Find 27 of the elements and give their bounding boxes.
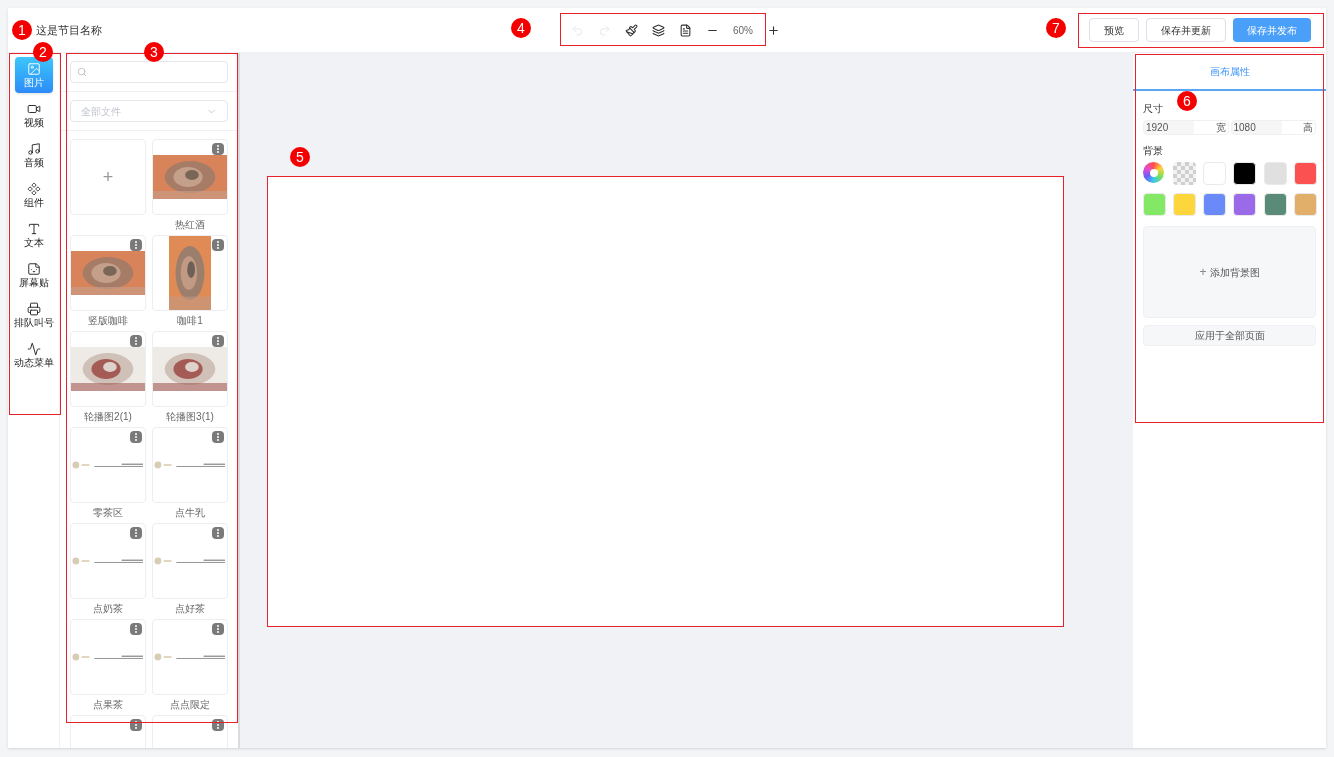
width-field[interactable]: 1920 宽: [1143, 120, 1229, 135]
asset-name: 点奶茶: [93, 602, 123, 616]
asset-name: 热红酒: [175, 218, 205, 232]
sidebar-item[interactable]: 文本: [10, 217, 57, 253]
background-label: 背景: [1143, 144, 1164, 158]
action-button[interactable]: 预览: [1089, 18, 1139, 42]
asset-name: 轮播图2(1): [84, 410, 132, 424]
asset-name: 咖啡1: [177, 314, 203, 328]
add-background-button[interactable]: + 添加背景图: [1143, 226, 1316, 318]
action-button[interactable]: 保存并更新: [1146, 18, 1226, 42]
asset-name: 轮播图3(1): [166, 410, 214, 424]
asset-name: 点果茶: [93, 698, 123, 712]
asset-name: 点好茶: [175, 602, 205, 616]
sidebar-item[interactable]: 视频: [10, 97, 57, 133]
sidebar-item[interactable]: 音频: [10, 137, 57, 173]
asset-name: 点点限定: [170, 698, 210, 712]
height-field[interactable]: 1080 高: [1230, 120, 1316, 135]
zoom-level: 60%: [733, 23, 753, 38]
asset-name: 点牛乳: [175, 506, 205, 520]
asset-name: 竖版咖啡: [88, 314, 128, 328]
program-title: 这是节目名称: [36, 22, 102, 38]
asset-name: 零茶区: [93, 506, 123, 520]
sidebar-item[interactable]: 动态菜单: [10, 337, 57, 373]
sidebar-item[interactable]: 屏幕贴: [10, 257, 57, 293]
apply-all-button[interactable]: 应用于全部页面: [1143, 325, 1316, 346]
sidebar-item[interactable]: 排队叫号: [10, 297, 57, 333]
sidebar-item[interactable]: 组件: [10, 177, 57, 213]
